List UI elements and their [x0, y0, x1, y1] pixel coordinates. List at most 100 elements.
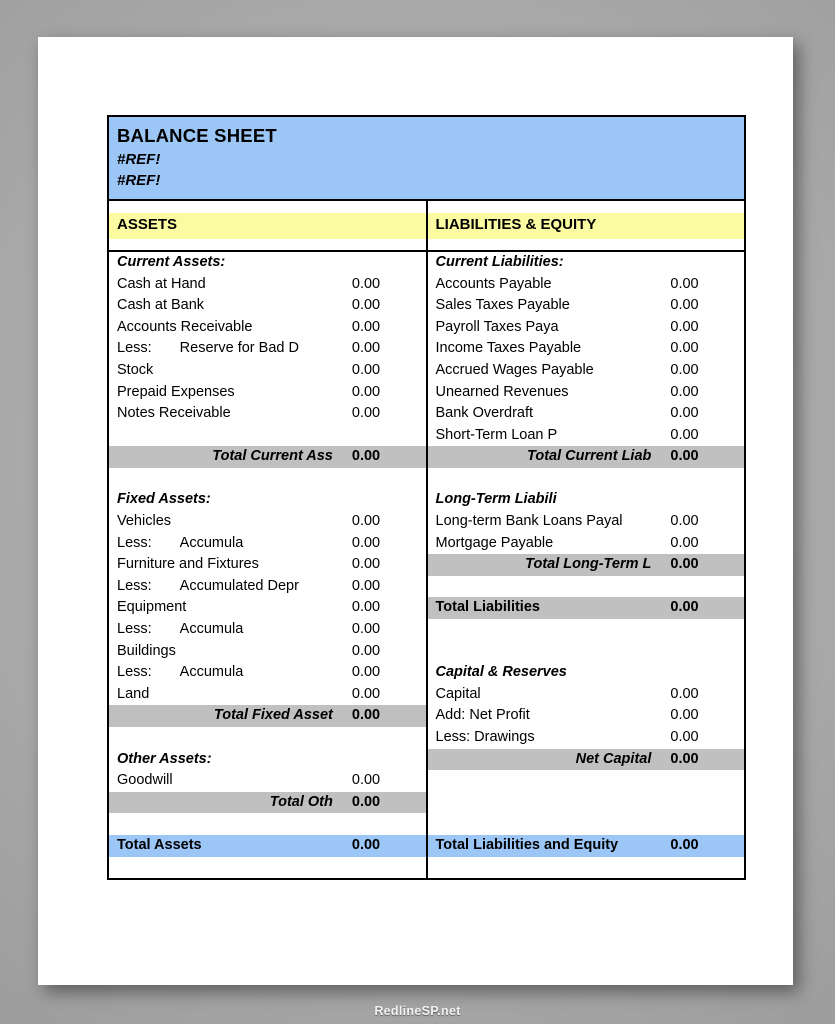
- item-value[interactable]: 0.00: [347, 382, 425, 404]
- list-item[interactable]: Long-term Bank Loans Payal 0.00: [428, 511, 745, 533]
- item-label-suffix: Accumula: [179, 664, 244, 681]
- list-item[interactable]: Buildings 0.00: [109, 641, 425, 663]
- item-value[interactable]: 0.00: [665, 317, 744, 339]
- item-value[interactable]: 0.00: [665, 338, 744, 360]
- total-value: 0.00: [670, 448, 699, 465]
- list-item[interactable]: Less: Accumula 0.00: [109, 533, 425, 555]
- liabilities-header-cell: LIABILITIES & EQUITY: [426, 200, 744, 252]
- spacer-row: [428, 792, 745, 814]
- item-value[interactable]: 0.00: [665, 705, 744, 727]
- balance-sheet-table: BALANCE SHEET #REF! #REF! ASSETS LIABILI…: [107, 115, 746, 881]
- item-label: Less: Accumulated Depr: [109, 576, 347, 598]
- list-item[interactable]: Payroll Taxes Paya 0.00: [428, 317, 745, 339]
- list-item[interactable]: Income Taxes Payable 0.00: [428, 338, 745, 360]
- item-value[interactable]: 0.00: [665, 511, 744, 533]
- item-label: Unearned Revenues: [435, 383, 569, 400]
- item-value[interactable]: 0.00: [347, 662, 425, 684]
- list-item[interactable]: Accounts Receivable 0.00: [109, 317, 425, 339]
- item-label: Land: [117, 685, 150, 702]
- item-value[interactable]: 0.00: [665, 403, 744, 425]
- list-item[interactable]: Accrued Wages Payable 0.00: [428, 360, 745, 382]
- item-label-suffix: Reserve for Bad D: [179, 340, 299, 357]
- item-value[interactable]: 0.00: [665, 727, 744, 749]
- assets-other-heading-row: Other Assets:: [109, 749, 425, 771]
- item-value[interactable]: 0.00: [665, 382, 744, 404]
- item-value[interactable]: 0.00: [665, 533, 744, 555]
- assets-current-heading: Current Assets:: [117, 253, 226, 270]
- list-item[interactable]: Less: Reserve for Bad D 0.00: [109, 338, 425, 360]
- item-value[interactable]: 0.00: [347, 274, 425, 296]
- list-item[interactable]: Notes Receivable 0.00: [109, 403, 425, 425]
- list-item[interactable]: Land 0.00: [109, 684, 425, 706]
- item-label-prefix: Less:: [117, 534, 152, 551]
- item-value[interactable]: 0.00: [347, 317, 425, 339]
- list-item[interactable]: Goodwill 0.00: [109, 770, 425, 792]
- list-item[interactable]: Cash at Hand 0.00: [109, 274, 425, 296]
- spacer-row: [428, 641, 745, 663]
- list-item[interactable]: Cash at Bank 0.00: [109, 295, 425, 317]
- item-label: Less: Accumula: [109, 662, 347, 684]
- list-item[interactable]: Short-Term Loan P 0.00: [428, 425, 745, 447]
- item-value[interactable]: 0.00: [347, 641, 425, 663]
- list-item[interactable]: Capital 0.00: [428, 684, 745, 706]
- list-item[interactable]: Add: Net Profit 0.00: [428, 705, 745, 727]
- assets-column: Current Assets: Cash at Hand 0.00 Cash a…: [109, 250, 428, 879]
- total-label: Total Oth: [269, 793, 333, 810]
- total-value: 0.00: [670, 556, 699, 573]
- item-label: Less: Accumula: [109, 619, 347, 641]
- list-item[interactable]: Prepaid Expenses 0.00: [109, 382, 425, 404]
- capital-heading: Capital & Reserves: [435, 664, 567, 681]
- list-item[interactable]: Less: Accumula 0.00: [109, 662, 425, 684]
- total-liabilities-value: 0.00: [670, 599, 699, 616]
- item-label: Payroll Taxes Paya: [435, 318, 559, 335]
- item-label: Income Taxes Payable: [435, 340, 582, 357]
- list-item[interactable]: Less: Accumula 0.00: [109, 619, 425, 641]
- item-value[interactable]: 0.00: [347, 684, 425, 706]
- item-label: Less: Accumula: [109, 533, 347, 555]
- item-value[interactable]: 0.00: [347, 770, 425, 792]
- item-value[interactable]: 0.00: [347, 533, 425, 555]
- liabilities-longterm-total-row: Total Long-Term L 0.00: [427, 554, 744, 576]
- list-item[interactable]: Less: Accumulated Depr 0.00: [109, 576, 425, 598]
- title-row: BALANCE SHEET #REF! #REF!: [109, 117, 744, 202]
- item-value[interactable]: 0.00: [347, 403, 425, 425]
- list-item[interactable]: Bank Overdraft 0.00: [428, 403, 745, 425]
- total-assets-label: Total Assets: [117, 836, 202, 853]
- list-item[interactable]: Mortgage Payable 0.00: [428, 533, 745, 555]
- item-value[interactable]: 0.00: [665, 295, 744, 317]
- item-label: Less: Reserve for Bad D: [109, 338, 347, 360]
- item-value[interactable]: 0.00: [347, 554, 425, 576]
- liabilities-current-heading-row: Current Liabilities:: [428, 252, 745, 274]
- list-item[interactable]: Accounts Payable 0.00: [428, 274, 745, 296]
- spacer-row: [428, 576, 745, 598]
- list-item[interactable]: Vehicles 0.00: [109, 511, 425, 533]
- list-item[interactable]: Furniture and Fixtures 0.00: [109, 554, 425, 576]
- item-value[interactable]: 0.00: [347, 295, 425, 317]
- list-item[interactable]: Stock 0.00: [109, 360, 425, 382]
- list-item[interactable]: Unearned Revenues 0.00: [428, 382, 745, 404]
- spacer-row: [428, 857, 745, 879]
- item-value[interactable]: 0.00: [347, 360, 425, 382]
- liabilities-column: Current Liabilities: Accounts Payable 0.…: [427, 251, 745, 879]
- list-item[interactable]: Sales Taxes Payable 0.00: [428, 295, 745, 317]
- item-value[interactable]: 0.00: [347, 619, 425, 641]
- item-value[interactable]: 0.00: [347, 597, 425, 619]
- title-block: BALANCE SHEET #REF! #REF!: [109, 117, 744, 202]
- total-label: Total Long-Term L: [525, 556, 652, 573]
- site-watermark: RedlineSP.net: [374, 1004, 461, 1018]
- item-label-suffix: Accumula: [179, 534, 244, 551]
- item-value[interactable]: 0.00: [665, 425, 744, 447]
- item-value[interactable]: 0.00: [347, 511, 425, 533]
- item-label: Add: Net Profit: [435, 707, 530, 724]
- item-value[interactable]: 0.00: [347, 576, 425, 598]
- item-label-prefix: Less:: [117, 664, 152, 681]
- item-value[interactable]: 0.00: [665, 360, 744, 382]
- list-item[interactable]: Equipment 0.00: [109, 597, 425, 619]
- net-capital-row: Net Capital 0.00: [427, 748, 744, 771]
- item-value[interactable]: 0.00: [347, 338, 425, 360]
- capital-heading-row: Capital & Reserves: [428, 662, 745, 684]
- balance-sheet-grid: BALANCE SHEET #REF! #REF! ASSETS LIABILI…: [109, 117, 745, 879]
- list-item[interactable]: Less: Drawings 0.00: [428, 727, 745, 749]
- item-value[interactable]: 0.00: [665, 274, 744, 296]
- item-value[interactable]: 0.00: [665, 684, 744, 706]
